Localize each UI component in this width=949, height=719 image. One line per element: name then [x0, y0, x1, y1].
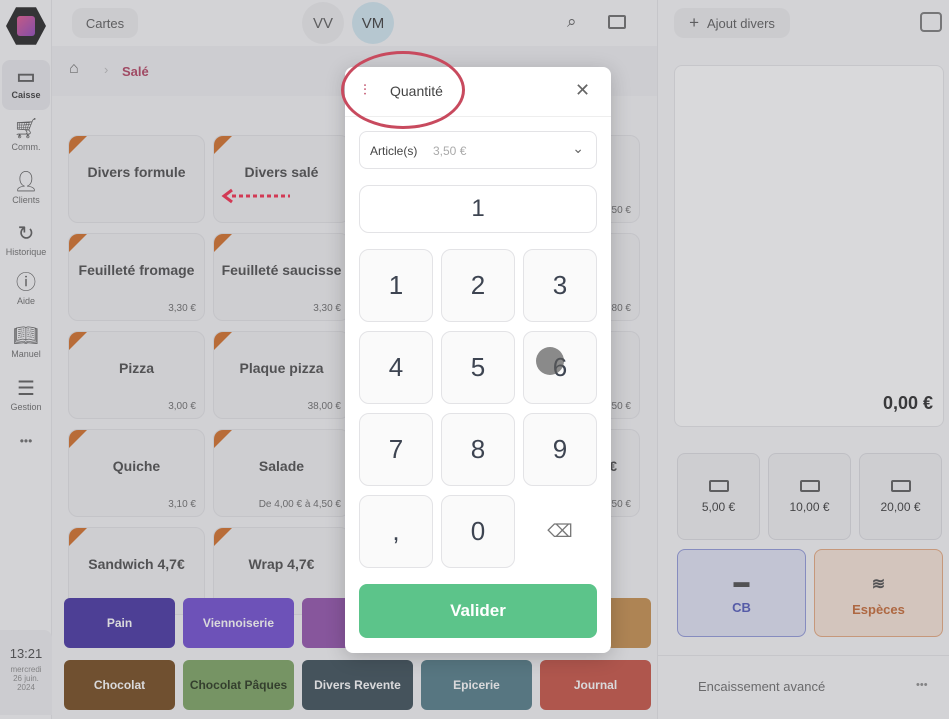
- quantity-dialog: ⫶ Quantité ✕ Article(s) 3,50 € ⌄ 1 12345…: [345, 67, 611, 653]
- key-2[interactable]: 2: [441, 249, 515, 322]
- key-0[interactable]: 0: [441, 495, 515, 568]
- article-select[interactable]: Article(s) 3,50 € ⌄: [359, 131, 597, 169]
- key-8[interactable]: 8: [441, 413, 515, 486]
- key-1[interactable]: 1: [359, 249, 433, 322]
- key-comma[interactable]: ,: [359, 495, 433, 568]
- key-7[interactable]: 7: [359, 413, 433, 486]
- annotation-arrow: [221, 188, 290, 204]
- chevron-down-icon: ⌄: [572, 140, 584, 156]
- backspace-button[interactable]: ⌫: [523, 495, 597, 568]
- select-price: 3,50 €: [433, 144, 467, 158]
- key-9[interactable]: 9: [523, 413, 597, 486]
- close-icon[interactable]: ✕: [575, 80, 590, 101]
- select-label: Article(s): [370, 144, 418, 158]
- touch-indicator: [536, 347, 564, 375]
- annotation-circle: [341, 51, 465, 129]
- quantity-input[interactable]: 1: [359, 185, 597, 233]
- key-5[interactable]: 5: [441, 331, 515, 404]
- backspace-icon: ⌫: [547, 521, 573, 541]
- validate-button[interactable]: Valider: [359, 584, 597, 638]
- key-3[interactable]: 3: [523, 249, 597, 322]
- key-4[interactable]: 4: [359, 331, 433, 404]
